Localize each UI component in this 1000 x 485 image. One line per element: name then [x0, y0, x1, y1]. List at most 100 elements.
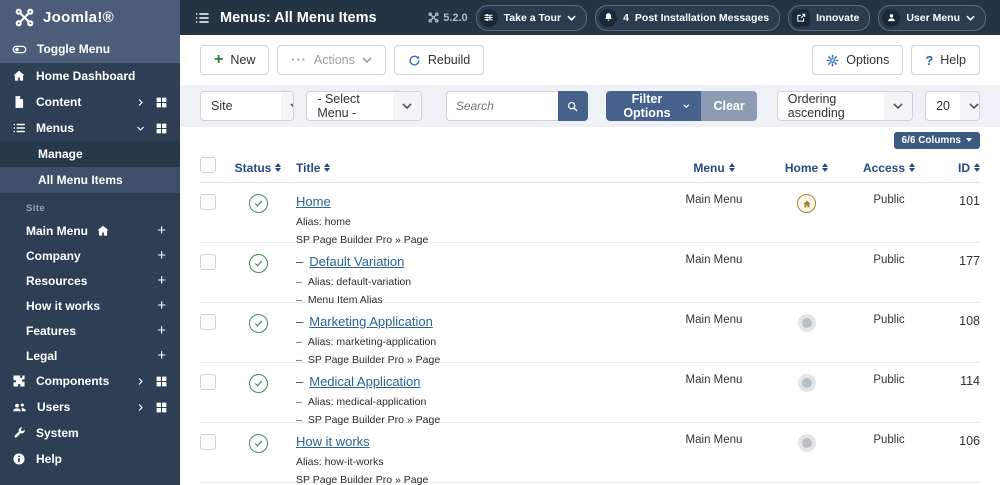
joomla-mini-icon — [428, 12, 439, 23]
item-menu: Main Menu — [685, 374, 743, 386]
info-icon — [13, 453, 25, 465]
row-checkbox[interactable] — [200, 254, 216, 270]
grid-icon[interactable] — [155, 375, 168, 388]
sidebar-item-toggle-menu[interactable]: Toggle Menu — [0, 35, 180, 63]
joomla-admin: Joomla!® Menus: All Menu Items 5.2.0 Tak… — [0, 0, 1000, 485]
sidebar-item-manage[interactable]: Manage — [0, 141, 180, 167]
chevron-down-icon — [362, 57, 372, 63]
limit-select[interactable]: 20 — [925, 91, 980, 121]
top-bar: Joomla!® Menus: All Menu Items 5.2.0 Tak… — [0, 0, 1000, 35]
ordering-select[interactable]: Ordering ascending — [776, 91, 914, 121]
table-row: – Medical Application – Alias: medical-app… — [200, 363, 980, 426]
grid-icon[interactable] — [155, 401, 168, 414]
status-published-icon[interactable] — [248, 434, 268, 453]
status-published-icon[interactable] — [248, 374, 268, 393]
header-menu[interactable]: Menu — [664, 161, 764, 175]
menu-select[interactable]: - Select Menu - — [306, 91, 422, 121]
home-default-icon[interactable] — [797, 194, 816, 213]
item-menu: Main Menu — [685, 314, 743, 326]
menu-item-title-link[interactable]: How it works — [296, 434, 370, 449]
sidebar-item-users[interactable]: Users — [0, 394, 180, 420]
row-checkbox[interactable] — [200, 374, 216, 390]
bell-icon — [599, 8, 618, 27]
table-row: Home Alias: home SP Page Builder Pro » P… — [200, 183, 980, 246]
sidebar-item-all-menu-items[interactable]: All Menu Items — [0, 167, 180, 193]
menu-item-title-link[interactable]: Marketing Application — [309, 314, 433, 329]
site-select[interactable]: Site — [200, 91, 295, 121]
row-checkbox[interactable] — [200, 194, 216, 210]
add-menu-item-button[interactable]: + — [157, 272, 166, 289]
chevron-down-icon — [137, 126, 144, 131]
add-menu-item-button[interactable]: + — [157, 222, 166, 239]
menu-item-title-link[interactable]: Medical Application — [309, 374, 420, 389]
sidebar-item-resources[interactable]: Resources + — [0, 268, 180, 293]
refresh-icon — [409, 55, 420, 65]
user-menu-button[interactable]: User Menu — [878, 4, 986, 31]
rebuild-button[interactable]: Rebuild — [393, 45, 485, 75]
home-unset-icon[interactable] — [797, 374, 816, 392]
innovate-button[interactable]: Innovate — [788, 4, 871, 31]
sidebar-item-menus[interactable]: Menus — [0, 115, 180, 141]
sidebar-item-legal[interactable]: Legal + — [0, 343, 180, 368]
brand-name: Joomla!® — [43, 9, 114, 26]
external-link-icon — [792, 8, 811, 27]
grid-icon[interactable] — [155, 96, 168, 109]
take-a-tour-button[interactable]: Take a Tour — [475, 4, 588, 31]
sidebar-item-main-menu[interactable]: Main Menu + — [0, 218, 180, 243]
row-checkbox[interactable] — [200, 314, 216, 330]
menu-item-title-link[interactable]: Home — [296, 194, 331, 209]
item-access: Public — [873, 314, 905, 326]
chevron-right-icon — [138, 403, 143, 411]
ellipsis-icon: ··· — [291, 53, 307, 67]
sidebar-item-how-it-works[interactable]: How it works + — [0, 293, 180, 318]
header-id[interactable]: ID — [929, 161, 980, 175]
site-heading: Site — [26, 203, 46, 214]
status-published-icon[interactable] — [248, 254, 268, 273]
sidebar-item-components[interactable]: Components — [0, 368, 180, 394]
row-checkbox[interactable] — [200, 434, 216, 450]
status-published-icon[interactable] — [248, 194, 268, 213]
messages-count-badge: 4 — [623, 11, 629, 24]
sidebar-item-content[interactable]: Content — [0, 89, 180, 115]
header-access[interactable]: Access — [849, 161, 929, 175]
search-icon — [568, 101, 578, 112]
chevron-right-icon — [138, 377, 143, 385]
users-icon — [13, 402, 26, 411]
sidebar-item-company[interactable]: Company + — [0, 243, 180, 268]
add-menu-item-button[interactable]: + — [157, 322, 166, 339]
search-input[interactable] — [445, 91, 558, 121]
columns-selector-button[interactable]: 6/6 Columns — [893, 131, 980, 149]
sidebar-item-features[interactable]: Features + — [0, 318, 180, 343]
puzzle-icon — [13, 375, 25, 387]
clear-button[interactable]: Clear — [701, 91, 757, 121]
item-id: 101 — [959, 194, 980, 208]
file-icon — [15, 96, 24, 108]
post-installation-messages-button[interactable]: 4 Post Installation Messages — [595, 4, 781, 31]
header-home[interactable]: Home — [764, 161, 849, 175]
help-button[interactable]: ? Help — [911, 45, 980, 75]
table-header: Status Title Menu Home Access ID — [200, 153, 980, 183]
grid-icon[interactable] — [155, 122, 168, 135]
search-button[interactable] — [557, 91, 588, 121]
actions-button[interactable]: ··· Actions — [277, 45, 386, 75]
sidebar-item-help[interactable]: Help — [0, 446, 180, 472]
joomla-logo[interactable]: Joomla!® — [0, 0, 180, 35]
select-all-checkbox[interactable] — [200, 157, 216, 173]
sidebar-item-home-dashboard[interactable]: Home Dashboard — [0, 63, 180, 89]
menu-item-title-link[interactable]: Default Variation — [309, 254, 404, 269]
title-bar: Menus: All Menu Items 5.2.0 Take a Tour — [180, 0, 1000, 35]
sort-icon — [324, 163, 331, 172]
item-type: SP Page Builder Pro » Page — [307, 414, 441, 426]
header-title[interactable]: Title — [286, 161, 664, 175]
header-status[interactable]: Status — [230, 161, 286, 175]
options-button[interactable]: Options — [812, 45, 904, 75]
new-button[interactable]: + New — [200, 45, 270, 75]
filter-options-button[interactable]: Filter Options — [605, 91, 702, 121]
add-menu-item-button[interactable]: + — [157, 247, 166, 264]
status-published-icon[interactable] — [248, 314, 268, 333]
home-unset-icon[interactable] — [797, 434, 816, 452]
add-menu-item-button[interactable]: + — [157, 297, 166, 314]
home-unset-icon[interactable] — [797, 314, 816, 332]
add-menu-item-button[interactable]: + — [157, 347, 166, 364]
sidebar-item-system[interactable]: System — [0, 420, 180, 446]
